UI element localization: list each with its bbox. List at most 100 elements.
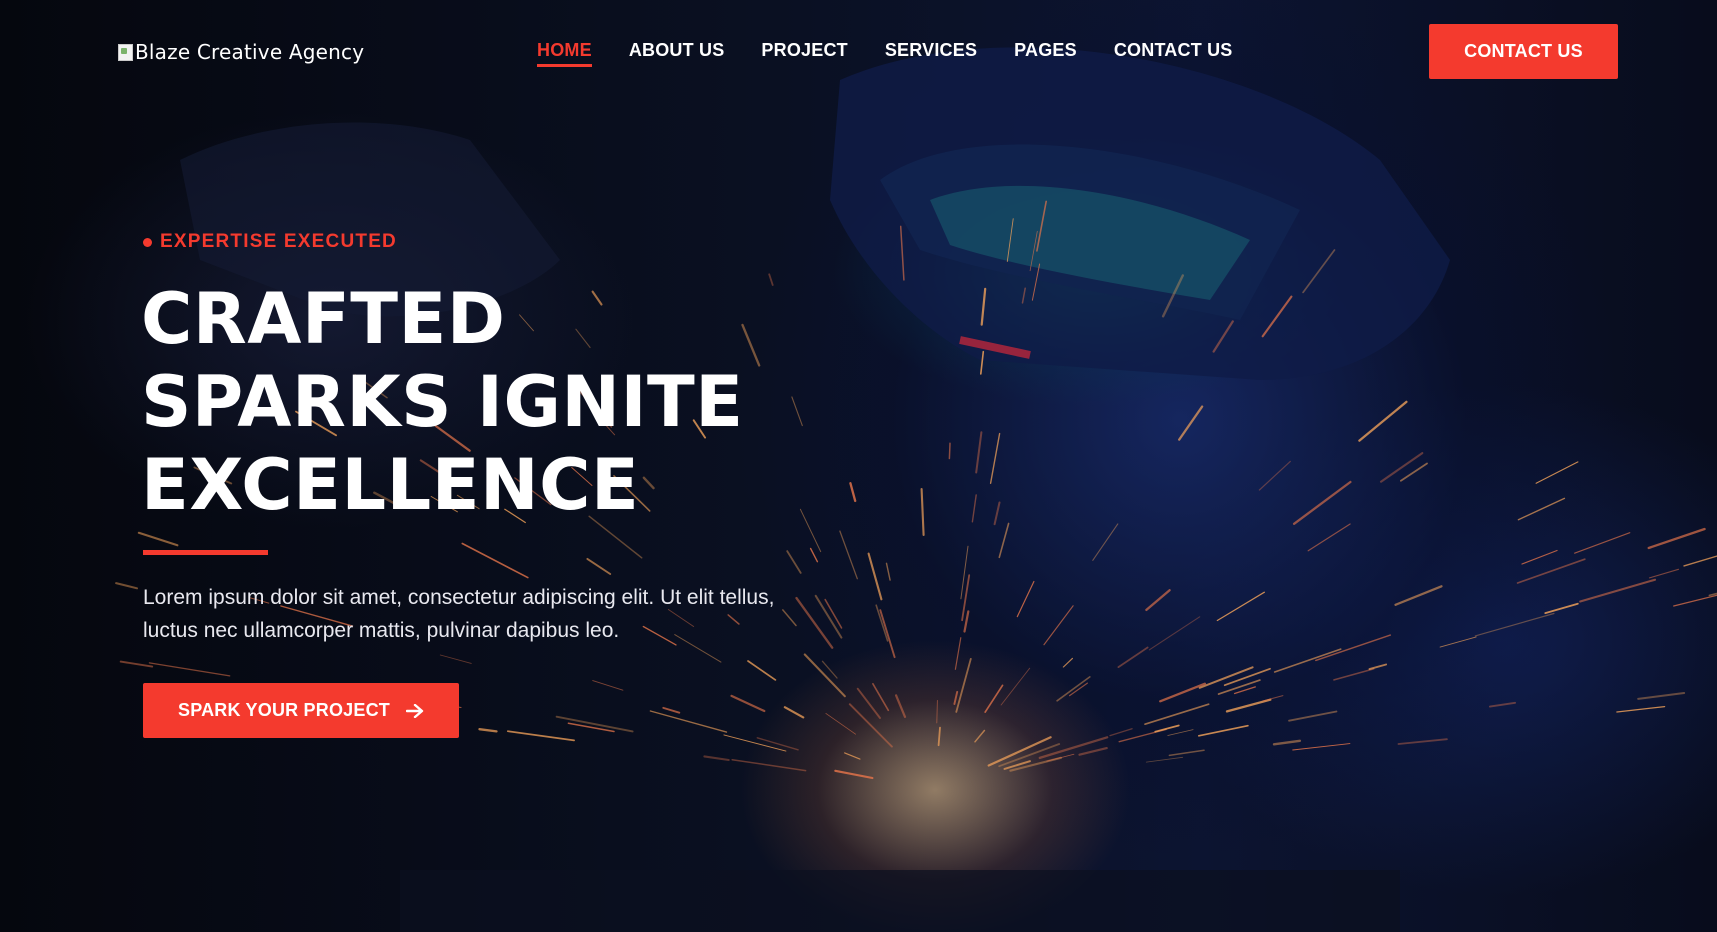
spark-line [741, 323, 761, 367]
spark-line [1488, 701, 1517, 708]
spark-line [879, 609, 896, 659]
spark-line [1043, 605, 1074, 646]
spark-line [839, 530, 858, 580]
spark-line [937, 726, 941, 747]
spark-line [662, 706, 681, 714]
spark-line [1178, 405, 1204, 441]
spark-line [731, 758, 807, 772]
spark-line [971, 494, 977, 523]
spark-line [1292, 480, 1352, 525]
spark-line [1168, 749, 1205, 757]
spark-line [703, 755, 730, 762]
spark-line [439, 654, 472, 664]
hero-eyebrow: EXPERTISE EXECUTED [143, 231, 397, 253]
spark-line [803, 653, 846, 698]
headline-line-2: SPARKS IGNITE [141, 361, 744, 443]
spark-line [984, 684, 1004, 713]
spark-line [1574, 532, 1631, 554]
spark-line [974, 729, 986, 743]
spark-line [825, 713, 856, 735]
contact-us-button[interactable]: CONTACT US [1429, 24, 1618, 79]
spark-line [478, 728, 498, 733]
spark-line [1333, 668, 1375, 681]
spark-line [1358, 400, 1408, 442]
spark-line [592, 680, 624, 691]
spark-line [1216, 591, 1266, 622]
spark-line [948, 442, 951, 460]
spark-line [1394, 585, 1443, 606]
spark-line [1292, 743, 1351, 751]
spark-line [963, 610, 970, 633]
arrow-right-icon [405, 703, 424, 718]
spark-line [975, 431, 983, 474]
spark-line [555, 715, 634, 733]
spark-line [1368, 663, 1388, 671]
spark-line [1159, 682, 1207, 703]
spark-line [1062, 657, 1074, 668]
spark-line [1535, 461, 1579, 484]
spark-line [1272, 739, 1302, 746]
spark-line [782, 609, 797, 627]
spark-line [1521, 549, 1558, 565]
nav-item-project[interactable]: PROJECT [761, 40, 847, 67]
spark-line [1145, 589, 1171, 612]
spark-line [1307, 523, 1351, 552]
spark-line [872, 682, 890, 712]
spark-line [1145, 756, 1184, 763]
cta-label: SPARK YOUR PROJECT [178, 700, 390, 720]
broken-image-icon [117, 43, 133, 61]
hero-description: Lorem ipsum dolor sit amet, consectetur … [143, 586, 775, 642]
spark-line [1397, 738, 1448, 745]
spark-line [1198, 724, 1249, 737]
spark-line [786, 550, 802, 574]
spark-line [809, 547, 819, 563]
spark-line [848, 703, 893, 748]
spark-line [1708, 592, 1717, 597]
spark-line [756, 737, 799, 751]
spark-line [953, 690, 959, 705]
spark-line [506, 730, 575, 742]
spark-line [1648, 568, 1680, 579]
headline-line-1: CRAFTED [141, 278, 506, 360]
spark-line [1315, 634, 1392, 662]
spark-your-project-button[interactable]: SPARK YOUR PROJECT [143, 683, 459, 738]
spark-line [1223, 667, 1271, 687]
spark-line [783, 706, 805, 719]
headline-line-3: EXCELLENCE [141, 444, 640, 526]
spark-line [1092, 523, 1119, 561]
spark-line [1154, 724, 1180, 733]
spark-line [649, 710, 728, 733]
spark-line [867, 552, 883, 601]
nav-item-contact-us[interactable]: CONTACT US [1114, 40, 1233, 67]
spark-line [936, 699, 938, 724]
nav-item-about-us[interactable]: ABOUT US [629, 40, 725, 67]
spark-line [955, 658, 972, 713]
spark-line [1273, 648, 1342, 673]
spark-line [993, 501, 1001, 526]
dot-icon [143, 237, 152, 247]
spark-line [1056, 676, 1091, 702]
nav-item-home[interactable]: HOME [537, 40, 592, 67]
spark-line [894, 694, 907, 719]
main-navigation: HOME ABOUT US PROJECT SERVICES PAGES CON… [537, 40, 1233, 67]
spark-line [856, 687, 881, 719]
spark-line [1225, 698, 1272, 713]
nav-item-services[interactable]: SERVICES [885, 40, 977, 67]
spark-line [119, 660, 154, 668]
spark-line [875, 604, 889, 642]
spark-line [834, 769, 874, 780]
spark-line [768, 273, 774, 286]
spark-line [115, 582, 138, 590]
spark-line [1647, 527, 1706, 550]
spark-line [1148, 616, 1201, 651]
spark-line [849, 482, 857, 503]
spark-line [1544, 602, 1579, 614]
nav-item-pages[interactable]: PAGES [1014, 40, 1077, 67]
spark-line [799, 508, 822, 553]
headline-divider [143, 550, 268, 555]
spark-line [1262, 695, 1284, 702]
spark-line [1517, 497, 1566, 521]
brand-logo[interactable]: Blaze Creative Agency [117, 40, 364, 64]
spark-line [1616, 705, 1666, 713]
hero-headline: CRAFTED SPARKS IGNITE EXCELLENCE [141, 278, 744, 527]
